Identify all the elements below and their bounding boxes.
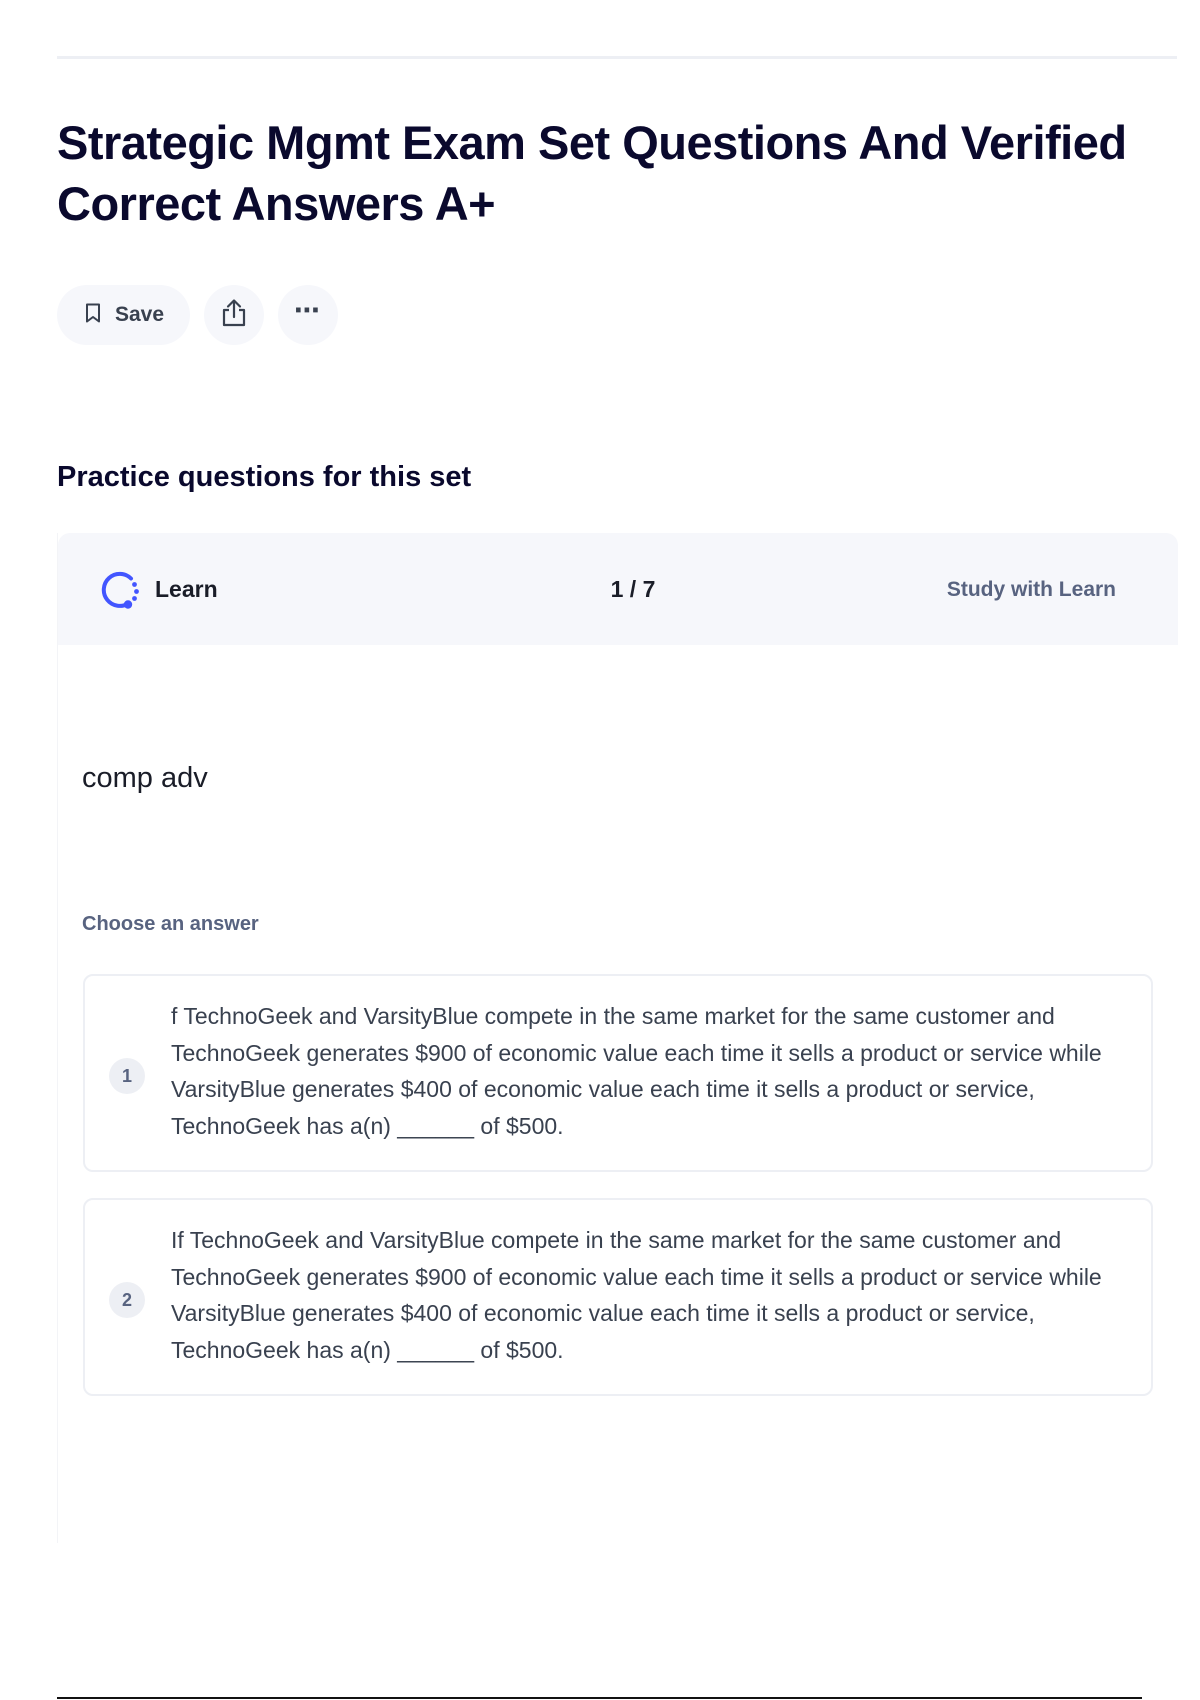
share-button[interactable]	[204, 285, 265, 345]
learn-mode-icon	[98, 569, 142, 613]
answer-option-1[interactable]: 1 f TechnoGeek and VarsityBlue compete i…	[83, 974, 1153, 1172]
bookmark-icon	[85, 303, 101, 328]
practice-card: Learn 1 / 7 Study with Learn comp adv Ch…	[57, 533, 1178, 1543]
question-progress: 1 / 7	[610, 576, 656, 602]
question-prompt: comp adv	[82, 762, 208, 794]
save-button-label: Save	[115, 303, 165, 326]
action-bar: Save ⋯	[57, 285, 339, 345]
bottom-divider	[57, 1697, 1142, 1699]
save-button[interactable]: Save	[57, 285, 191, 345]
more-options-icon: ⋯	[294, 295, 323, 325]
option-number-badge: 2	[109, 1282, 145, 1318]
page-title: Strategic Mgmt Exam Set Questions And Ve…	[57, 116, 1127, 230]
practice-card-header: Learn 1 / 7 Study with Learn	[58, 533, 1178, 645]
choose-answer-label: Choose an answer	[82, 913, 259, 935]
top-divider	[57, 56, 1177, 59]
answer-option-2[interactable]: 2 If TechnoGeek and VarsityBlue compete …	[83, 1198, 1153, 1396]
section-title: Practice questions for this set	[57, 461, 472, 493]
learn-mode-label: Learn	[155, 576, 218, 602]
study-with-learn-link[interactable]: Study with Learn	[947, 578, 1116, 602]
share-icon	[220, 298, 248, 333]
option-number-badge: 1	[109, 1058, 145, 1094]
answer-option-text: f TechnoGeek and VarsityBlue compete in …	[171, 1003, 1102, 1139]
answer-option-text: If TechnoGeek and VarsityBlue compete in…	[171, 1227, 1102, 1363]
more-options-button[interactable]: ⋯	[278, 285, 339, 345]
